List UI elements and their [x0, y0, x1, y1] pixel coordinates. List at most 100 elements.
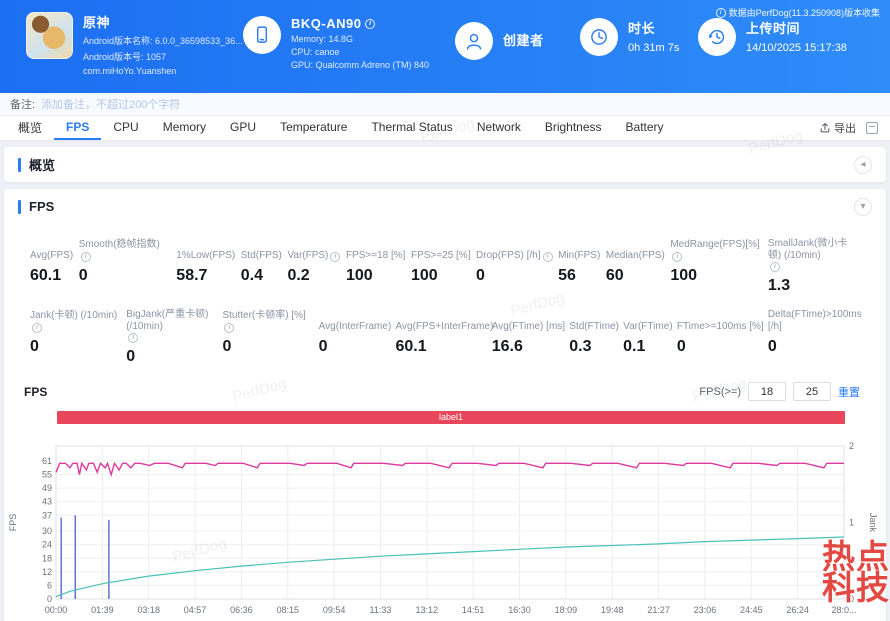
fps-min-input[interactable]	[748, 382, 786, 401]
overview-card: 概览 ◂	[4, 147, 886, 182]
tab-Memory[interactable]: Memory	[151, 116, 218, 140]
info-icon: i	[715, 7, 726, 18]
tab-CPU[interactable]: CPU	[101, 116, 150, 140]
svg-text:12: 12	[42, 567, 52, 577]
metric-cell: MedRange(FPS)[%] i 100	[670, 238, 762, 295]
fps-chart[interactable]: 61 55 49 43 37 30 24 18 12 6 0 2 1 0 00:00 01:39 03:18 04…	[4, 426, 886, 621]
metric-cell: Avg(FPS) 60.1	[30, 238, 73, 295]
fps-header: FPS ▾	[4, 189, 886, 224]
metric-label: FPS>=25 [%]	[411, 250, 471, 261]
tab-Temperature[interactable]: Temperature	[268, 116, 359, 140]
app-name: 原神	[83, 15, 111, 30]
info-icon[interactable]: i	[80, 252, 91, 262]
fps-section-title: FPS	[29, 199, 55, 214]
region-label-bar[interactable]: label1	[57, 411, 845, 424]
collapse-left-icon[interactable]: ◂	[854, 155, 872, 174]
info-icon[interactable]: i	[769, 262, 780, 272]
fps-filter-label: FPS(>=)	[699, 385, 741, 398]
history-clock-icon	[698, 18, 736, 56]
metric-value: 60	[605, 267, 624, 284]
tab-FPS[interactable]: FPS	[54, 116, 102, 140]
user-icon	[455, 22, 493, 60]
metric-cell: FPS>=18 [%] 100	[346, 238, 405, 295]
metric-cell: Smooth(稳帧指数) i 0	[79, 238, 171, 295]
tab-Thermal Status[interactable]: Thermal Status	[359, 116, 464, 140]
metric-cell: Avg(InterFrame) 0	[319, 309, 392, 366]
device-memory: Memory: 14.8G	[291, 34, 354, 44]
metric-label: BigJank(严重卡顿) (/10min) i	[126, 309, 209, 343]
info-icon[interactable]: i	[32, 323, 42, 333]
svg-text:14:51: 14:51	[462, 605, 485, 615]
metric-label: FTime>=100ms [%]	[676, 321, 764, 332]
metric-label: Min(FPS)	[558, 250, 601, 261]
reset-link[interactable]: 重置	[838, 384, 860, 400]
metric-label: Avg(FPS)	[30, 250, 74, 261]
metric-cell: Std(FPS) 0.4	[241, 238, 282, 295]
info-icon[interactable]: i	[330, 252, 341, 262]
device-info-icon[interactable]: i	[365, 18, 376, 29]
series-FPS	[55, 461, 844, 477]
metric-value: 16.6	[491, 338, 523, 355]
metric-label: SmallJank(微小卡顿) (/10min) i	[767, 238, 848, 272]
overview-header: 概览 ◂	[4, 147, 886, 182]
metric-cell: Delta(FTime)>100ms [/h] 0	[767, 309, 862, 366]
metric-label: Median(FPS)	[605, 250, 665, 261]
report-layout-icon[interactable]	[866, 122, 878, 134]
svg-text:21:27: 21:27	[647, 605, 670, 615]
tab-Brightness[interactable]: Brightness	[533, 116, 614, 140]
metric-label: MedRange(FPS)[%] i	[670, 239, 760, 262]
overview-title: 概览	[29, 158, 56, 173]
device-name-row: BKQ-AN90 i	[291, 16, 429, 31]
svg-text:24: 24	[42, 540, 52, 550]
fps-card: FPS ▾ Avg(FPS) 60.1 Smooth(稳帧指数) i 0 1%Low(FP…	[4, 189, 886, 621]
metric-label: Var(FTime)	[623, 321, 673, 332]
svg-text:01:39: 01:39	[91, 605, 114, 615]
metric-label: Drop(FPS) [/h] i	[476, 238, 553, 262]
main-content: 概览 ◂ FPS ▾ Avg(FPS) 60.1 Smooth(稳帧指数) i 0 1%L…	[0, 141, 890, 621]
metric-label: Var(FPS) i	[287, 238, 341, 262]
fps-filter-controls: FPS(>=) 重置	[699, 382, 860, 401]
info-icon[interactable]: i	[542, 252, 553, 262]
export-icon	[820, 122, 830, 133]
series-Jank(cumulative)	[55, 536, 845, 598]
metric-cell: Var(FPS) i 0.2	[287, 238, 341, 295]
metric-value: 0.1	[623, 338, 646, 355]
fps-max-input[interactable]	[793, 382, 831, 401]
export-button[interactable]: 导出	[819, 120, 856, 136]
tab-GPU[interactable]: GPU	[218, 116, 268, 140]
svg-text:09:54: 09:54	[323, 605, 346, 615]
svg-text:18: 18	[42, 553, 52, 563]
upload-value: 14/10/2025 15:17:38	[746, 42, 847, 54]
export-label: 导出	[834, 123, 856, 135]
collapse-down-icon[interactable]: ▾	[854, 197, 872, 216]
metric-label: FPS>=18 [%]	[345, 250, 406, 261]
upload-label: 上传时间	[746, 21, 801, 36]
metric-value: 0	[78, 267, 88, 284]
svg-text:6: 6	[47, 580, 52, 590]
fps-line-chart[interactable]: 6155494337302418126021000:00 01:39 03:18 04…	[4, 426, 886, 621]
note-input[interactable]: 添加备注，不超过200个字符	[41, 96, 180, 112]
info-icon[interactable]: i	[224, 323, 235, 333]
app-version-code: Android版本号: 1057	[83, 52, 167, 62]
accent-bar	[18, 199, 21, 214]
svg-text:16:30: 16:30	[508, 605, 531, 615]
metric-label: Delta(FTime)>100ms [/h]	[767, 309, 862, 332]
tab-Network[interactable]: Network	[465, 116, 533, 140]
metric-cell: 1%Low(FPS) 58.7	[176, 238, 235, 295]
info-icon[interactable]: i	[128, 333, 139, 343]
tab-概览[interactable]: 概览	[6, 116, 54, 140]
tab-Battery[interactable]: Battery	[614, 116, 676, 140]
metric-value: 0.4	[240, 267, 264, 284]
info-icon[interactable]: i	[672, 252, 683, 262]
metric-label: 1%Low(FPS)	[176, 250, 236, 261]
perfdog-report-page: i 数据由PerfDog(11.3.250908)版本收集 原神 Android…	[0, 0, 890, 621]
metric-cell: Min(FPS) 56	[558, 238, 600, 295]
duration-value: 0h 31m 7s	[628, 42, 680, 54]
metric-label: Avg(FTime) [ms]	[491, 321, 566, 332]
svg-text:03:18: 03:18	[137, 605, 160, 615]
metric-label: Smooth(稳帧指数) i	[78, 239, 160, 262]
svg-text:04:57: 04:57	[184, 605, 207, 615]
metric-cell: Std(FTime) 0.3	[569, 309, 619, 366]
note-label: 备注:	[10, 99, 36, 111]
svg-text:0: 0	[849, 594, 854, 604]
